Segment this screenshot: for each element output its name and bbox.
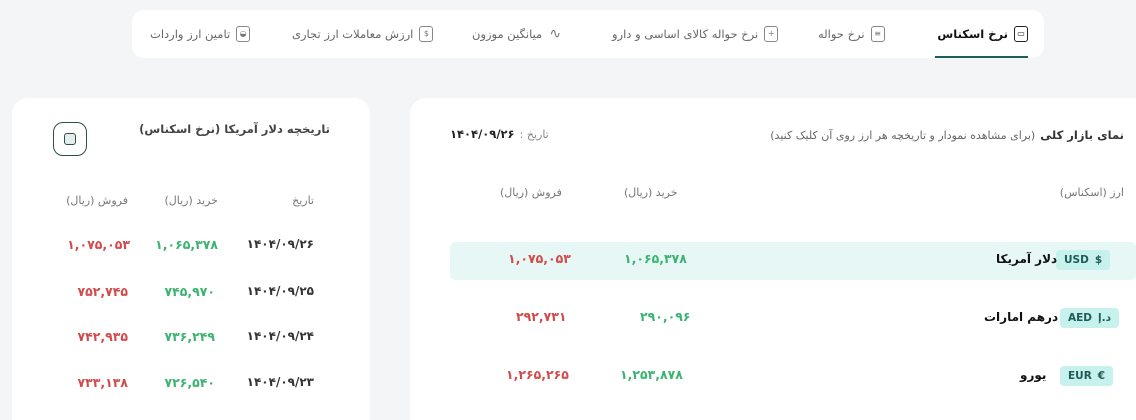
banknote-toggle-button[interactable] <box>53 122 87 156</box>
tab-label: نرخ حواله کالای اساسی و دارو <box>612 27 759 41</box>
currency-symbol: د.إ <box>1098 312 1111 324</box>
currency-sell: ۱,۰۷۵,۰۵۳ <box>508 251 571 266</box>
hand-coin-icon: ◒ <box>236 26 251 42</box>
market-title: نمای بازار کلی <box>1040 128 1124 142</box>
date-label: تاریخ : <box>519 128 549 141</box>
tab-trade-value[interactable]: $ ارزش معاملات ارز تجاری <box>292 10 434 58</box>
currency-code: USD <box>1064 254 1089 266</box>
market-heading: نمای بازار کلی (برای مشاهده نمودار و تار… <box>770 124 1124 143</box>
tab-remittance-rate[interactable]: ≡ نرخ حواله <box>818 10 885 58</box>
banknote-icon <box>64 133 76 145</box>
history-header-date: تاریخ <box>292 194 314 207</box>
medicine-icon: + <box>764 26 779 42</box>
currency-symbol: € <box>1097 370 1106 382</box>
history-sell: ۷۵۲,۷۴۵ <box>77 284 128 299</box>
currency-sell: ۱,۲۶۵,۲۶۵ <box>506 367 569 382</box>
market-header-sell: فروش (ریال) <box>500 186 562 199</box>
history-sell: ۷۴۲,۹۳۵ <box>77 329 128 344</box>
tab-label: نرخ حواله <box>818 27 865 41</box>
history-buy: ۷۲۶,۵۴۰ <box>164 375 215 390</box>
chart-line-icon: ∿ <box>549 26 562 42</box>
history-header-buy: خرید (ریال) <box>164 194 218 207</box>
currency-code: AED <box>1068 312 1093 324</box>
currency-sell: ۲۹۲,۷۳۱ <box>516 309 567 324</box>
history-card: تاریخچه دلار آمریکا (نرخ اسکناس) تاریخ خ… <box>12 98 370 420</box>
currency-badge: USD $ <box>1056 250 1111 270</box>
history-buy: ۱,۰۶۵,۳۷۸ <box>155 237 218 252</box>
history-sell: ۷۳۳,۱۳۸ <box>77 375 128 390</box>
rate-tabs: ▭ نرخ اسکناس ≡ نرخ حواله + نرخ حواله کال… <box>132 10 1044 58</box>
history-sell: ۱,۰۷۵,۰۵۳ <box>67 237 130 252</box>
tab-essential-goods-rate[interactable]: + نرخ حواله کالای اساسی و دارو <box>612 10 779 58</box>
history-header-sell: فروش (ریال) <box>66 194 128 207</box>
currency-name[interactable]: یورو <box>1020 368 1046 382</box>
market-header-buy: خرید (ریال) <box>624 186 678 199</box>
bag-icon: $ <box>419 26 434 42</box>
date-value: ۱۴۰۴/۰۹/۲۶ <box>450 127 515 141</box>
currency-buy: ۱,۰۶۵,۳۷۸ <box>624 251 687 266</box>
currency-badge: AED د.إ <box>1060 308 1119 328</box>
currency-name[interactable]: درهم امارات <box>984 310 1058 324</box>
tab-weighted-average[interactable]: ∿ میانگین موزون <box>472 10 562 58</box>
tab-banknote-rate[interactable]: ▭ نرخ اسکناس <box>935 10 1028 58</box>
currency-badge: EUR € <box>1060 366 1114 386</box>
tab-label: نرخ اسکناس <box>937 27 1008 41</box>
banknote-icon: ▭ <box>1014 26 1028 42</box>
history-date: ۱۴۰۴/۰۹/۲۵ <box>246 284 314 298</box>
market-date: تاریخ : ۱۴۰۴/۰۹/۲۶ <box>450 123 549 142</box>
history-title: تاریخچه دلار آمریکا (نرخ اسکناس) <box>139 122 330 136</box>
market-subtitle: (برای مشاهده نمودار و تاریخچه هر ارز روی… <box>770 129 1036 142</box>
tab-import-supply[interactable]: ◒ تامین ارز واردات <box>150 10 251 58</box>
currency-symbol: $ <box>1094 254 1103 266</box>
market-header-currency: ارز (اسکناس) <box>1059 186 1124 199</box>
tab-label: میانگین موزون <box>472 27 543 41</box>
document-icon: ≡ <box>870 26 885 42</box>
history-date: ۱۴۰۴/۰۹/۲۳ <box>246 375 314 389</box>
currency-code: EUR <box>1068 370 1092 382</box>
currency-buy: ۱,۲۵۳,۸۷۸ <box>620 367 683 382</box>
currency-buy: ۲۹۰,۰۹۶ <box>640 309 691 324</box>
tab-label: تامین ارز واردات <box>150 27 231 41</box>
history-buy: ۷۴۵,۹۷۰ <box>164 284 215 299</box>
history-date: ۱۴۰۴/۰۹/۲۶ <box>246 237 314 251</box>
currency-name: دلار آمریکا <box>996 252 1058 266</box>
history-buy: ۷۳۶,۲۴۹ <box>164 329 215 344</box>
tab-label: ارزش معاملات ارز تجاری <box>292 27 414 41</box>
history-date: ۱۴۰۴/۰۹/۲۴ <box>246 329 314 343</box>
market-overview-card: نمای بازار کلی (برای مشاهده نمودار و تار… <box>410 98 1136 420</box>
